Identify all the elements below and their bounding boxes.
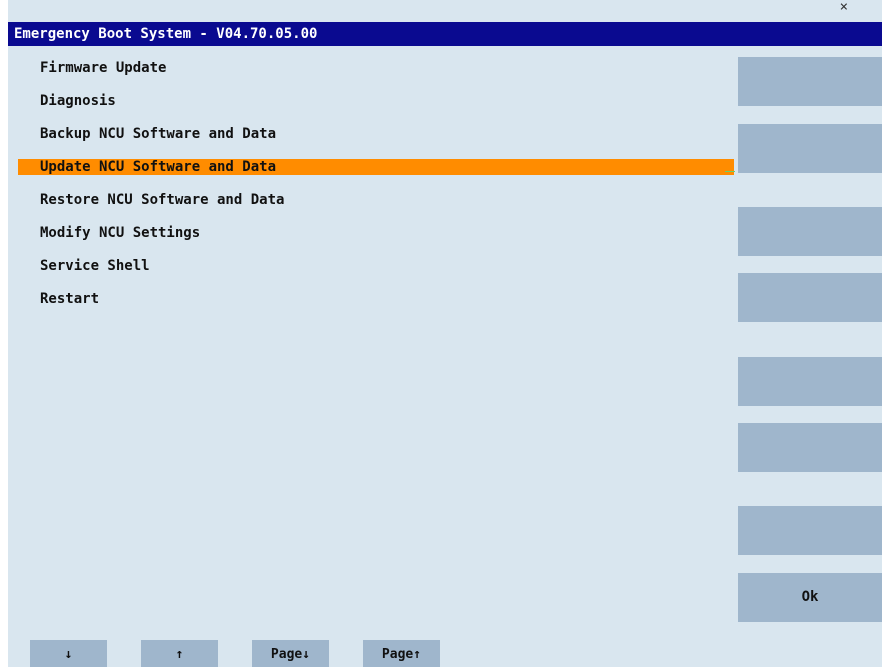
emergency-boot-screen: Emergency Boot System - V04.70.05.00 Fir… <box>8 0 882 667</box>
softkey-6[interactable] <box>738 423 882 472</box>
vertical-softkey-bar: Ok <box>738 0 882 667</box>
softkey-4[interactable] <box>738 273 882 322</box>
menu-item-firmware-update[interactable]: Firmware Update <box>18 52 734 85</box>
page-up-button[interactable]: Page↑ <box>363 640 440 667</box>
menu-item-modify-ncu-settings[interactable]: Modify NCU Settings <box>18 217 734 250</box>
menu-item-restore-ncu[interactable]: Restore NCU Software and Data <box>18 184 734 217</box>
softkey-5[interactable] <box>738 357 882 406</box>
selection-marker <box>725 171 735 172</box>
softkey-3[interactable] <box>738 207 882 256</box>
arrow-up-button[interactable]: ↑ <box>141 640 218 667</box>
menu-item-restart[interactable]: Restart <box>18 283 734 316</box>
page-down-button[interactable]: Page↓ <box>252 640 329 667</box>
menu-item-backup-ncu[interactable]: Backup NCU Software and Data <box>18 118 734 151</box>
menu-item-diagnosis[interactable]: Diagnosis <box>18 85 734 118</box>
close-icon[interactable]: × <box>840 0 848 14</box>
softkey-7[interactable] <box>738 506 882 555</box>
menu-item-service-shell[interactable]: Service Shell <box>18 250 734 283</box>
menu-item-update-ncu[interactable]: Update NCU Software and Data <box>18 159 734 175</box>
softkey-2[interactable] <box>738 124 882 173</box>
ok-button[interactable]: Ok <box>738 573 882 622</box>
arrow-down-button[interactable]: ↓ <box>30 640 107 667</box>
boot-menu: Firmware Update Diagnosis Backup NCU Sof… <box>18 52 734 316</box>
softkey-1[interactable] <box>738 57 882 106</box>
